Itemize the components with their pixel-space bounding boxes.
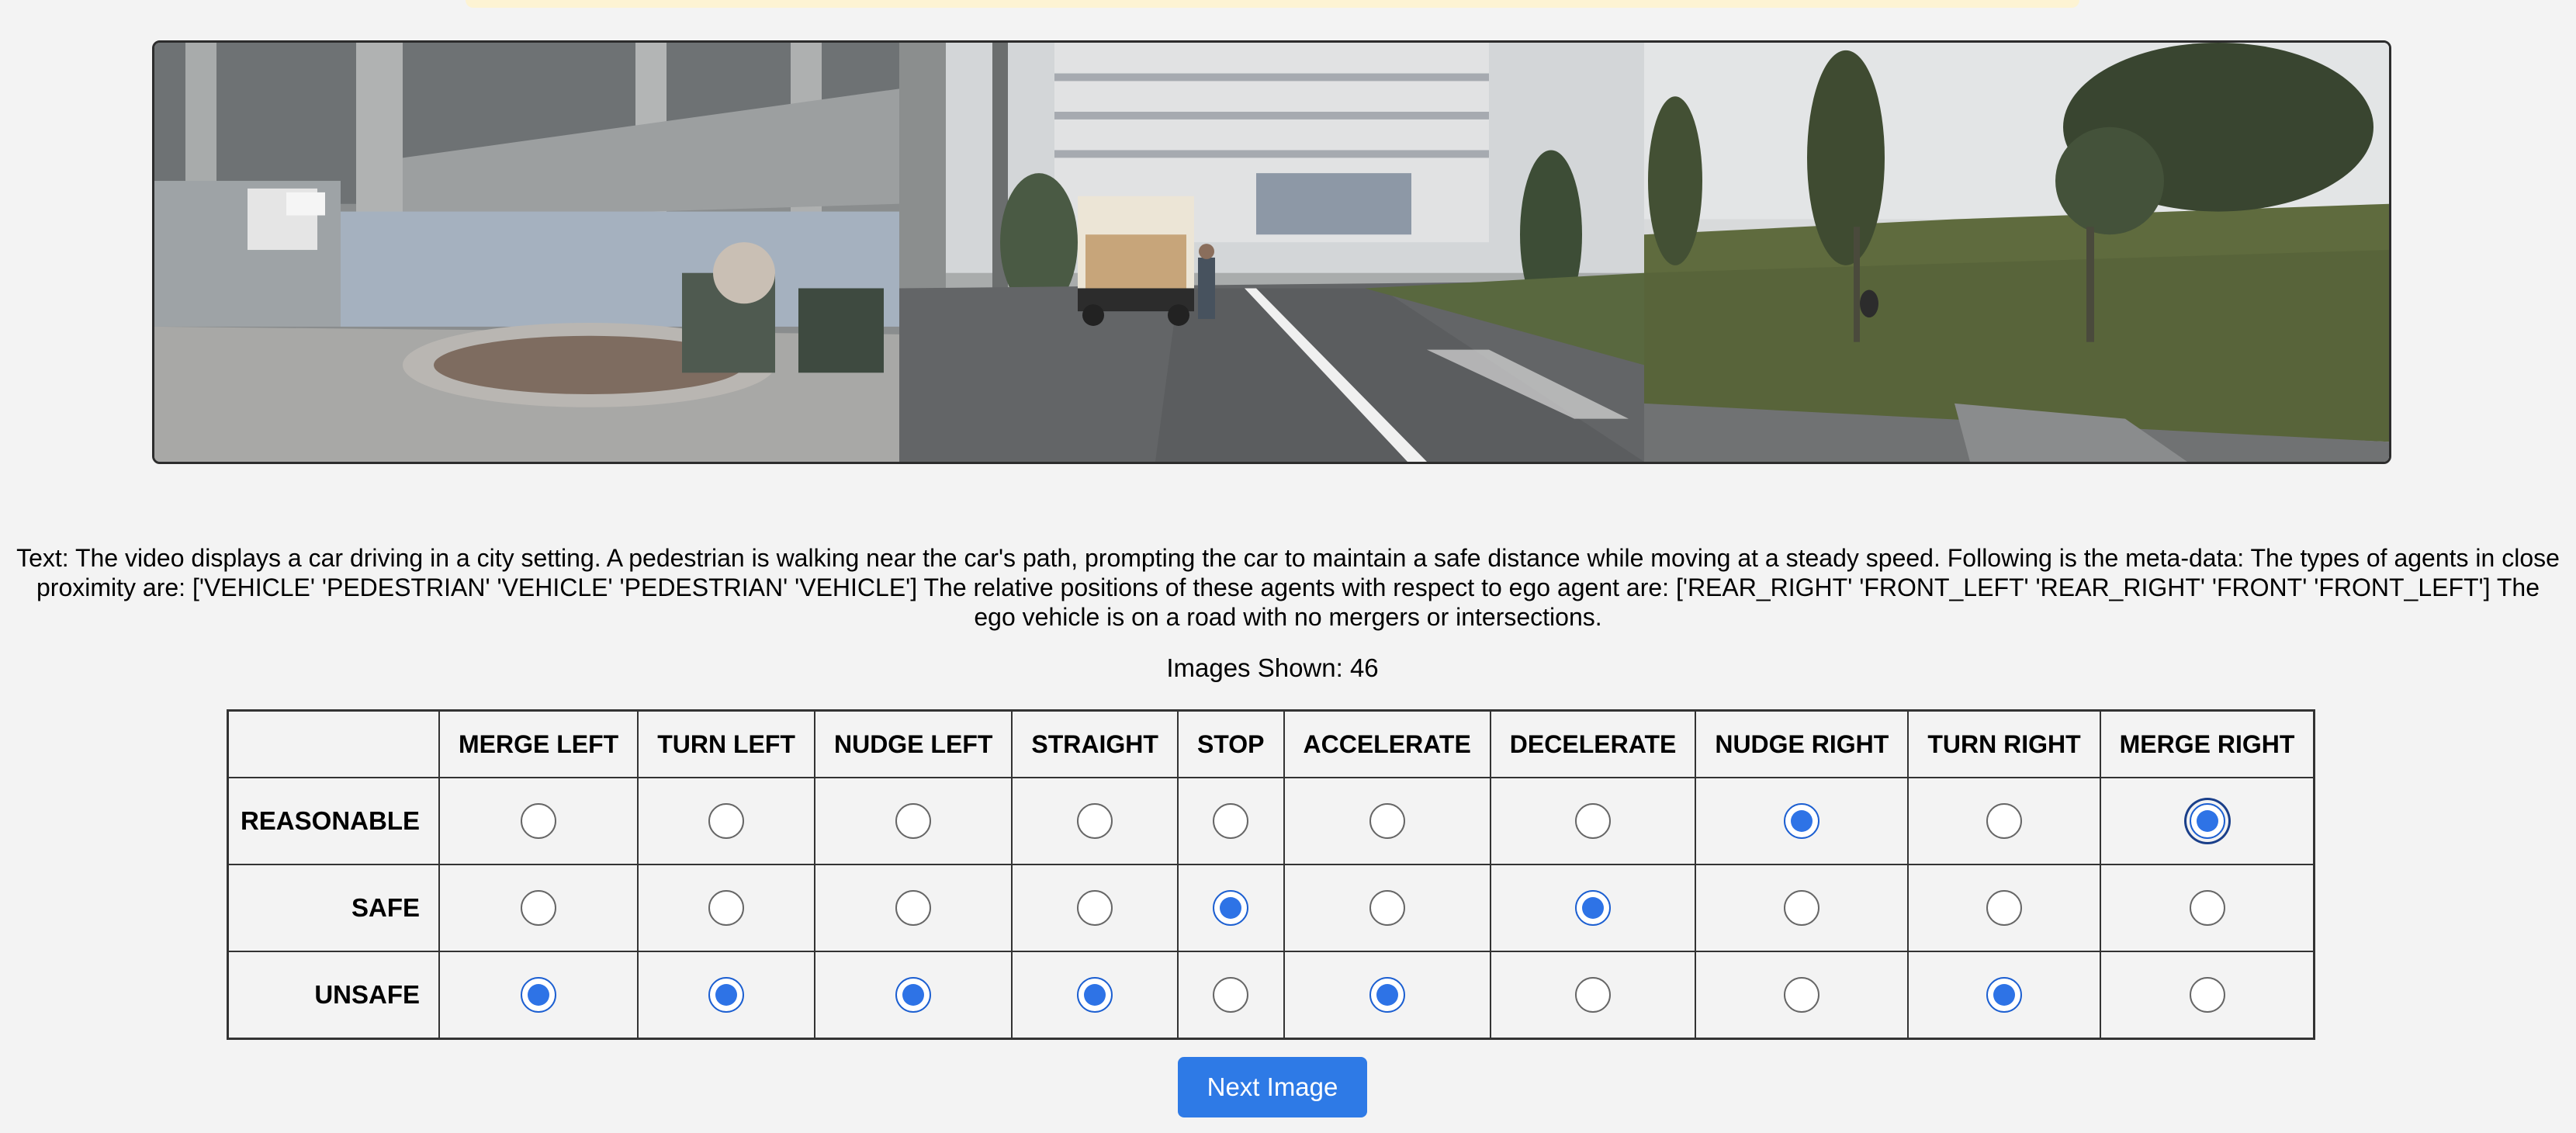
front-right-camera-view — [1644, 43, 2389, 462]
radio-reasonable-stop[interactable] — [1213, 803, 1249, 839]
radio-unsafe-turn-right[interactable] — [1986, 977, 2022, 1013]
rating-cell — [1283, 864, 1491, 952]
radio-reasonable-merge-left[interactable] — [521, 803, 557, 839]
rating-cell — [637, 951, 815, 1040]
rating-cell — [1907, 951, 2101, 1040]
rating-cell — [1489, 951, 1697, 1040]
action-header-merge-left: MERGE LEFT — [438, 709, 639, 778]
radio-safe-nudge-left[interactable] — [895, 890, 932, 926]
radio-unsafe-nudge-right[interactable] — [1784, 977, 1820, 1013]
rating-row-safe: SAFE — [227, 864, 2315, 952]
rating-cell — [1907, 777, 2101, 865]
rating-row-unsafe: UNSAFE — [227, 951, 2315, 1040]
front-camera-view — [899, 43, 1644, 462]
rating-cell — [1695, 951, 1909, 1040]
action-header-turn-left: TURN LEFT — [637, 709, 815, 778]
radio-unsafe-accelerate[interactable] — [1369, 977, 1405, 1013]
front-left-camera-view — [154, 43, 899, 462]
radio-unsafe-merge-right[interactable] — [2189, 977, 2225, 1013]
radio-reasonable-nudge-left[interactable] — [895, 803, 932, 839]
rating-cell — [1283, 777, 1491, 865]
radio-unsafe-decelerate[interactable] — [1575, 977, 1612, 1013]
action-header-stop: STOP — [1176, 709, 1285, 778]
radio-safe-accelerate[interactable] — [1369, 890, 1405, 926]
camera-image-strip — [152, 40, 2391, 464]
rating-cell — [2099, 951, 2315, 1040]
row-label-reasonable: REASONABLE — [227, 777, 440, 865]
rating-cell — [813, 951, 1013, 1040]
corner-header-cell — [227, 709, 440, 778]
radio-safe-decelerate[interactable] — [1575, 890, 1612, 926]
row-label-safe: SAFE — [227, 864, 440, 952]
rating-cell — [1283, 951, 1491, 1040]
rating-cell — [1907, 864, 2101, 952]
radio-reasonable-merge-right[interactable] — [2189, 803, 2225, 839]
rating-cell — [1176, 777, 1285, 865]
radio-unsafe-stop[interactable] — [1213, 977, 1249, 1013]
rating-cell — [1011, 777, 1179, 865]
rating-cell — [1489, 777, 1697, 865]
rating-cell — [813, 864, 1013, 952]
action-header-nudge-left: NUDGE LEFT — [813, 709, 1013, 778]
radio-unsafe-merge-left[interactable] — [521, 977, 557, 1013]
action-rating-table: MERGE LEFT TURN LEFT NUDGE LEFT STRAIGHT STO… — [227, 709, 2316, 1040]
radio-safe-straight[interactable] — [1077, 890, 1113, 926]
next-image-button[interactable]: Next Image — [1178, 1057, 1367, 1117]
rating-cell — [438, 864, 639, 952]
rating-cell — [1695, 777, 1909, 865]
action-header-accelerate: ACCELERATE — [1283, 709, 1491, 778]
rating-cell — [1176, 864, 1285, 952]
radio-unsafe-nudge-left[interactable] — [895, 977, 932, 1013]
images-shown-counter: Images Shown: 46 — [1166, 653, 1379, 682]
rating-cell — [2099, 864, 2315, 952]
radio-safe-merge-left[interactable] — [521, 890, 557, 926]
rating-cell — [1489, 864, 1697, 952]
scene-description-text: Text: The video displays a car driving i… — [16, 544, 2560, 631]
rating-cell — [1695, 864, 1909, 952]
radio-safe-stop[interactable] — [1213, 890, 1249, 926]
rating-row-reasonable: REASONABLE — [227, 777, 2315, 865]
action-header-decelerate: DECELERATE — [1489, 709, 1697, 778]
row-label-unsafe: UNSAFE — [227, 951, 440, 1040]
radio-reasonable-turn-left[interactable] — [708, 803, 745, 839]
radio-reasonable-turn-right[interactable] — [1986, 803, 2022, 839]
rating-cell — [438, 777, 639, 865]
action-header-merge-right: MERGE RIGHT — [2099, 709, 2315, 778]
rating-cell — [637, 777, 815, 865]
radio-unsafe-straight[interactable] — [1077, 977, 1113, 1013]
radio-reasonable-accelerate[interactable] — [1369, 803, 1405, 839]
action-header-turn-right: TURN RIGHT — [1907, 709, 2101, 778]
rating-cell — [637, 864, 815, 952]
top-banner — [466, 0, 2079, 8]
radio-reasonable-straight[interactable] — [1077, 803, 1113, 839]
radio-reasonable-decelerate[interactable] — [1575, 803, 1612, 839]
rating-cell — [438, 951, 639, 1040]
radio-safe-turn-right[interactable] — [1986, 890, 2022, 926]
rating-cell — [1011, 951, 1179, 1040]
action-header-straight: STRAIGHT — [1011, 709, 1179, 778]
rating-cell — [813, 777, 1013, 865]
rating-cell — [1011, 864, 1179, 952]
radio-reasonable-nudge-right[interactable] — [1784, 803, 1820, 839]
table-header-row: MERGE LEFT TURN LEFT NUDGE LEFT STRAIGHT STO… — [227, 709, 2315, 778]
rating-cell — [2099, 777, 2315, 865]
action-header-nudge-right: NUDGE RIGHT — [1695, 709, 1909, 778]
radio-safe-merge-right[interactable] — [2189, 890, 2225, 926]
rating-cell — [1176, 951, 1285, 1040]
radio-safe-turn-left[interactable] — [708, 890, 745, 926]
radio-unsafe-turn-left[interactable] — [708, 977, 745, 1013]
radio-safe-nudge-right[interactable] — [1784, 890, 1820, 926]
